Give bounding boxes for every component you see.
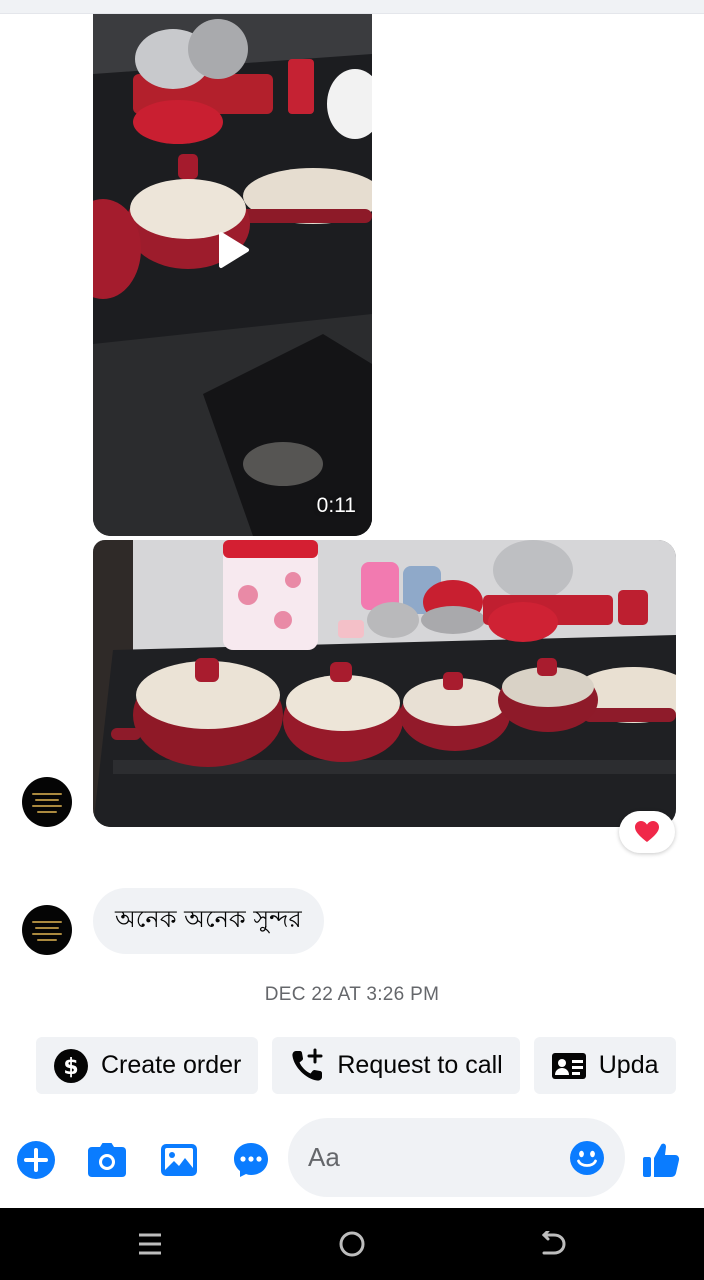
recents-icon[interactable] — [136, 1230, 164, 1258]
video-message[interactable]: 0:11 — [93, 14, 372, 536]
photo-message[interactable] — [93, 540, 676, 827]
create-order-button[interactable]: $ Create order — [36, 1037, 259, 1094]
plus-icon[interactable] — [16, 1140, 56, 1180]
header-strip — [0, 0, 704, 14]
create-order-label: Create order — [101, 1051, 242, 1079]
request-to-call-button[interactable]: Request to call — [272, 1037, 520, 1094]
video-duration: 0:11 — [316, 494, 356, 517]
update-label: Upda — [598, 1051, 659, 1079]
thumbs-up-icon[interactable] — [641, 1140, 681, 1180]
play-icon[interactable] — [212, 229, 254, 271]
photo-thumbnail — [93, 540, 676, 827]
home-icon[interactable] — [338, 1230, 366, 1258]
quick-replies: $ Create order Request to call Upda — [36, 1037, 676, 1094]
update-button[interactable]: Upda — [533, 1037, 676, 1094]
contact-card-icon — [551, 1052, 586, 1079]
phone-add-icon — [292, 1048, 323, 1081]
request-to-call-label: Request to call — [337, 1051, 503, 1079]
emoji-icon[interactable] — [569, 1140, 605, 1176]
camera-icon[interactable] — [87, 1140, 127, 1180]
contact-avatar[interactable] — [22, 777, 72, 827]
dollar-circle-icon: $ — [54, 1048, 88, 1083]
message-input-container — [288, 1118, 625, 1197]
svg-text:$: $ — [63, 1055, 78, 1080]
message-input[interactable] — [308, 1118, 558, 1197]
video-thumbnail — [93, 14, 372, 536]
back-icon[interactable] — [540, 1230, 568, 1258]
system-navigation-bar — [0, 1208, 704, 1280]
gallery-icon[interactable] — [159, 1140, 199, 1180]
reaction-badge[interactable] — [619, 811, 675, 853]
heart-icon — [635, 821, 659, 842]
message-timestamp: DEC 22 AT 3:26 PM — [264, 984, 440, 1005]
contact-avatar[interactable] — [22, 905, 72, 955]
text-message[interactable]: অনেক অনেক সুন্দর — [93, 888, 324, 954]
chat-bubble-icon[interactable] — [231, 1140, 271, 1180]
